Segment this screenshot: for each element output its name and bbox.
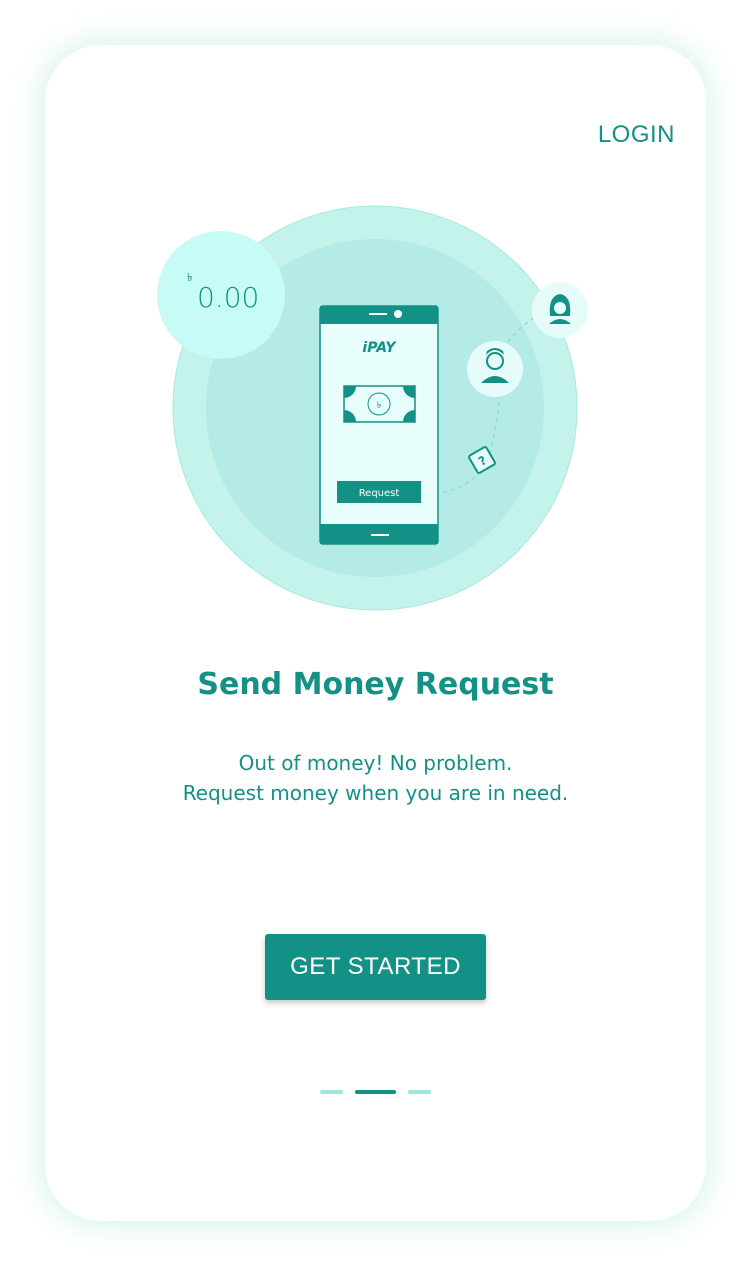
page-dot-1[interactable] <box>320 1090 343 1094</box>
login-link[interactable]: LOGIN <box>598 121 675 149</box>
onboarding-title: Send Money Request <box>197 667 554 702</box>
currency-symbol: ৳ <box>187 272 193 284</box>
page-dot-3[interactable] <box>408 1090 431 1094</box>
ipay-logo: iPAY <box>362 340 397 356</box>
balance-amount: 0.00 <box>197 281 260 314</box>
phone-mockup: iPAY ৳ Request <box>319 305 439 545</box>
description-line-2: Request money when you are in need. <box>182 781 569 805</box>
page-dot-2-active[interactable] <box>355 1090 396 1094</box>
onboarding-description: Out of money! No problem. Request money … <box>45 748 706 808</box>
phone-camera <box>394 310 402 318</box>
get-started-button[interactable]: GET STARTED <box>265 934 486 1000</box>
request-button-label: Request <box>359 488 400 499</box>
banknote-icon: ৳ <box>343 385 416 423</box>
male-avatar-icon <box>467 341 523 397</box>
balance-bubble: ৳ 0.00 <box>157 231 285 359</box>
onboarding-card: LOGIN iPAY ৳ Request ? ৳ 0.00 Send Money… <box>45 45 706 1221</box>
page-indicator <box>320 1090 431 1096</box>
female-avatar-icon <box>532 282 588 338</box>
description-line-1: Out of money! No problem. <box>238 751 513 775</box>
note-currency-symbol: ৳ <box>377 401 382 411</box>
